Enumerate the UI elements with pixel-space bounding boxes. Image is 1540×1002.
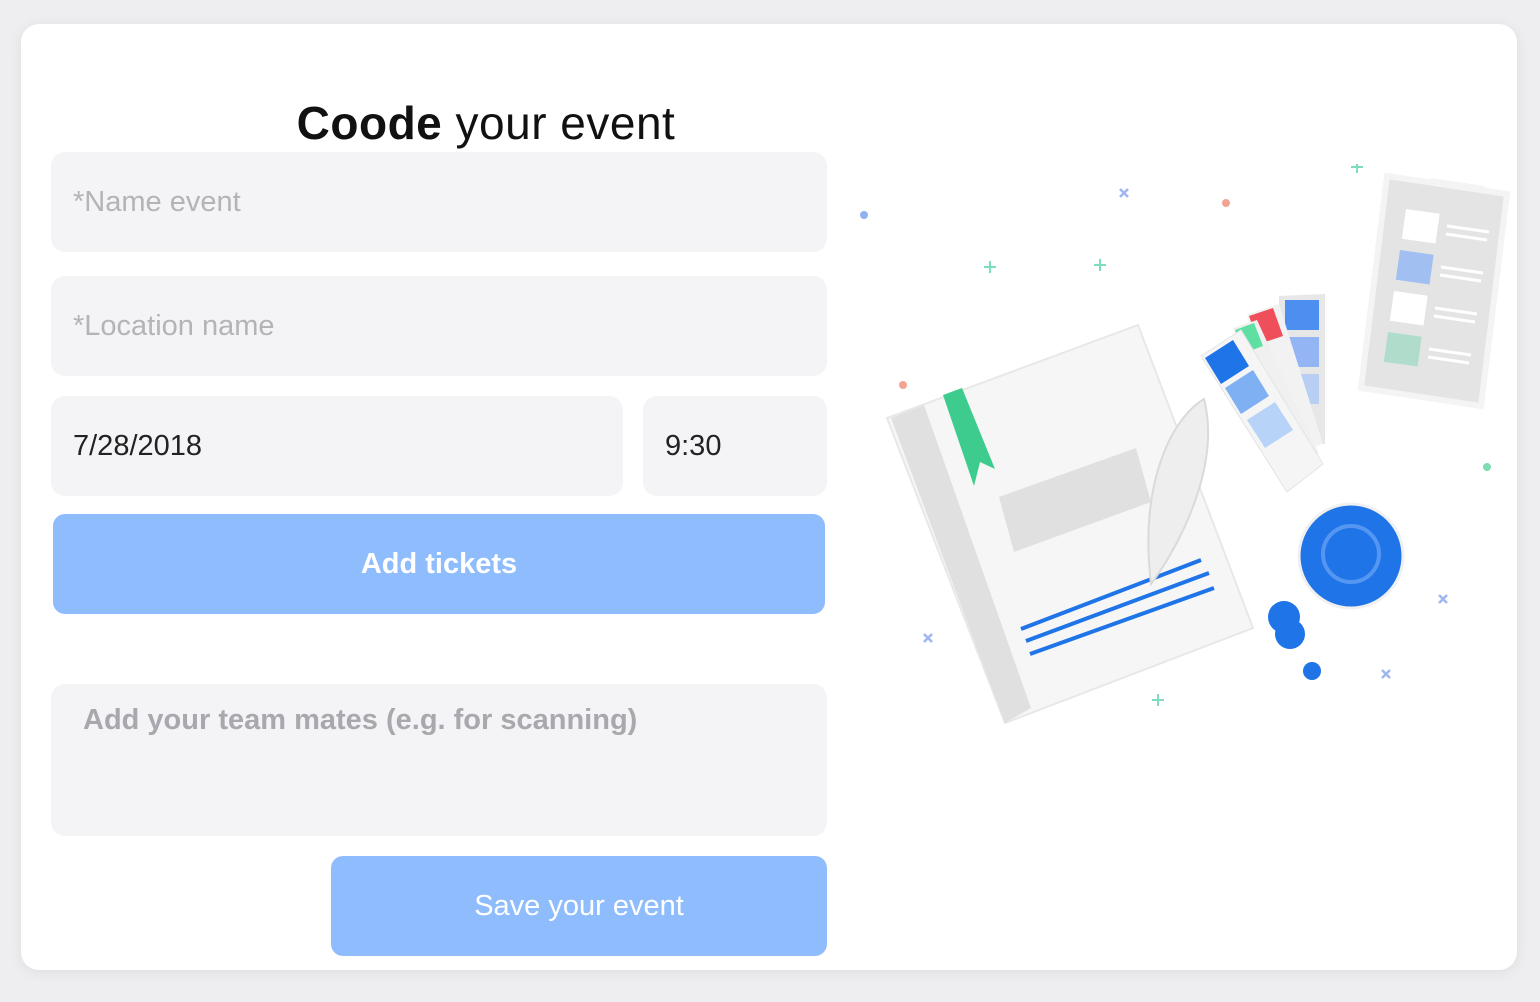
date-value: 7/28/2018: [73, 429, 203, 462]
team-mates-placeholder: Add your team mates (e.g. for scanning): [83, 704, 638, 736]
location-name-input[interactable]: *Location name: [51, 276, 827, 376]
notebook-and-color-swatches-illustration: [860, 164, 1511, 725]
add-tickets-button[interactable]: Add tickets: [53, 514, 825, 614]
notebook-icon: [885, 323, 1255, 725]
add-tickets-label: Add tickets: [360, 547, 518, 580]
phone-icon: [1357, 172, 1511, 410]
save-event-button[interactable]: Save your event: [331, 856, 827, 956]
team-mates-textarea[interactable]: Add your team mates (e.g. for scanning): [51, 684, 827, 836]
title-suffix: your event: [442, 97, 676, 149]
save-event-label: Save your event: [474, 889, 684, 922]
date-input[interactable]: 7/28/2018: [51, 396, 623, 496]
event-name-input[interactable]: *Name event: [51, 152, 827, 252]
color-swatches-icon: [1200, 294, 1325, 493]
brand-name: Coode: [296, 97, 443, 149]
ink-bottle-icon: [1268, 502, 1405, 680]
location-name-placeholder: *Location name: [73, 309, 275, 342]
page-title: Coode your event: [21, 96, 951, 150]
time-value: 9:30: [665, 429, 722, 462]
time-input[interactable]: 9:30: [643, 396, 827, 496]
event-name-placeholder: *Name event: [73, 185, 241, 218]
event-form-card: Coode your event *Name event *Location n…: [21, 24, 1517, 970]
